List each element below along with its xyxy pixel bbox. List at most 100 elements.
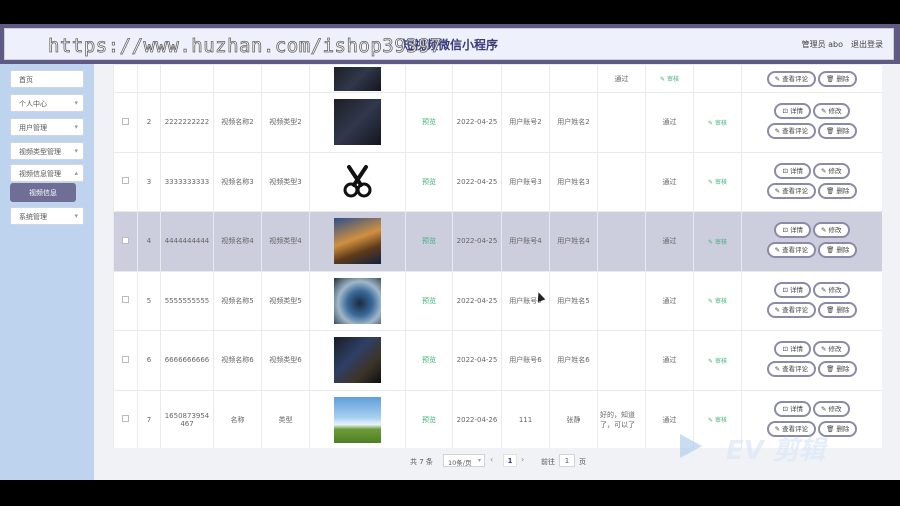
chevron-up-icon: ▴: [74, 169, 78, 177]
username-cell: 用户姓名5: [549, 270, 598, 331]
row-checkbox[interactable]: [122, 296, 129, 304]
video-thumbnail[interactable]: [334, 158, 381, 205]
edit-button[interactable]: ✎ 修改: [813, 103, 850, 120]
preview-link[interactable]: 预览: [405, 211, 453, 272]
detail-button[interactable]: ⊡ 详情: [774, 281, 811, 298]
sidebar-item-system[interactable]: 系统管理 ▾: [10, 207, 84, 225]
video-type-cell: 视频类型2: [261, 92, 310, 153]
logout-link[interactable]: 退出登录: [851, 39, 883, 50]
delete-button[interactable]: 🗑 删除: [818, 242, 858, 259]
audit-link[interactable]: ✎ 审核: [693, 151, 742, 212]
sidebar-item-users[interactable]: 用户管理 ▾: [10, 118, 84, 136]
edit-button[interactable]: ✎ 修改: [813, 281, 850, 298]
delete-button[interactable]: 🗑 删除: [818, 182, 858, 199]
phone-cell: 6666666666: [160, 330, 214, 391]
detail-button[interactable]: ⊡ 详情: [774, 341, 811, 358]
delete-button[interactable]: 🗑 删除: [818, 361, 858, 378]
video-name-cell: 视频名称6: [213, 330, 262, 391]
audit-label: 审核: [714, 119, 727, 127]
phone-cell: 5555555555: [160, 270, 214, 331]
preview-link[interactable]: 预览: [405, 389, 453, 448]
video-table: 通过 ✎ 审核 ✎ 查看评论 🗑 删除 2 2222222222 视频名称2 视频…: [113, 64, 882, 448]
button-label: 详情: [790, 404, 803, 413]
audit-link[interactable]: ✎ 审核: [693, 330, 742, 391]
admin-user-label: 管理员 abo: [801, 40, 843, 49]
video-thumbnail[interactable]: [334, 396, 381, 443]
preview-link[interactable]: 预览: [405, 92, 453, 153]
detail-button[interactable]: ⊡ 详情: [774, 222, 811, 239]
video-thumbnail[interactable]: [334, 337, 381, 384]
username-cell: 张静: [549, 389, 598, 448]
row-checkbox[interactable]: [122, 236, 129, 244]
goto-page-input[interactable]: 1: [559, 454, 575, 467]
delete-button[interactable]: 🗑 删除: [818, 123, 858, 140]
status-cell: 通过: [645, 211, 694, 272]
view-comments-button[interactable]: ✎ 查看评论: [766, 123, 817, 140]
next-page-button[interactable]: ›: [521, 455, 524, 464]
preview-link[interactable]: 预览: [405, 270, 453, 331]
sidebar: 首页 个人中心 ▾ 用户管理 ▾ 视频类型管理 ▾ 视频信息管理 ▴ 视频信息 系统管理…: [0, 64, 94, 480]
delete-button[interactable]: 🗑 删除: [818, 301, 858, 318]
table-row: 3 3333333333 视频名称3 视频类型3 预览 2022-04-25 用…: [113, 151, 882, 212]
view-comments-button[interactable]: ✎ 查看评论: [766, 361, 817, 378]
video-thumbnail[interactable]: [334, 218, 381, 265]
button-label: 查看评论: [782, 246, 809, 255]
detail-button[interactable]: ⊡ 详情: [774, 162, 811, 179]
button-label: 修改: [828, 107, 842, 116]
sidebar-item-video-info-mgmt[interactable]: 视频信息管理 ▴: [10, 164, 84, 182]
audit-link[interactable]: ✎ 审核: [693, 211, 742, 272]
edit-button[interactable]: ✎ 修改: [813, 222, 850, 239]
video-thumbnail[interactable]: [334, 66, 381, 91]
status-cell: 通过: [645, 92, 694, 153]
edit-button[interactable]: ✎ 修改: [813, 341, 850, 358]
sidebar-item-home[interactable]: 首页: [10, 70, 84, 88]
view-comments-button[interactable]: ✎ 查看评论: [766, 242, 817, 259]
page-size-select[interactable]: 10条/页 ▾: [443, 454, 485, 467]
chevron-down-icon: ▾: [477, 457, 481, 464]
video-type-cell: 视频类型6: [261, 330, 310, 391]
row-index: 2: [137, 92, 161, 153]
view-comments-button[interactable]: ✎ 查看评论: [766, 182, 817, 199]
audit-label: 审核: [714, 417, 727, 425]
account-cell: 用户账号6: [501, 330, 550, 391]
phone-cell: 4444444444: [160, 211, 214, 272]
preview-link[interactable]: 预览: [405, 151, 453, 212]
view-comments-button[interactable]: ✎ 查看评论: [766, 70, 817, 87]
sidebar-item-profile[interactable]: 个人中心 ▾: [10, 94, 84, 112]
audit-link[interactable]: ✎ 审核: [693, 92, 742, 153]
button-label: 查看评论: [782, 127, 809, 136]
video-thumbnail[interactable]: [334, 99, 381, 146]
audit-link[interactable]: ✎ 审核: [645, 64, 694, 93]
current-page-button[interactable]: 1: [503, 454, 517, 467]
date-cell: 2022-04-25: [452, 270, 502, 331]
detail-button[interactable]: ⊡ 详情: [774, 400, 811, 417]
date-cell: 2022-04-25: [452, 151, 502, 212]
preview-link[interactable]: 预览: [405, 330, 453, 391]
audit-link[interactable]: ✎ 审核: [693, 270, 742, 331]
prev-page-button[interactable]: ‹: [490, 455, 493, 464]
sidebar-item-video-info[interactable]: 视频信息: [10, 183, 76, 202]
play-icon: [680, 434, 702, 458]
username-cell: 用户姓名6: [549, 330, 598, 391]
button-label: 修改: [828, 166, 842, 175]
video-type-cell: 视频类型5: [261, 270, 310, 331]
view-comments-button[interactable]: ✎ 查看评论: [766, 301, 817, 318]
delete-button[interactable]: 🗑 删除: [818, 70, 858, 87]
sidebar-item-video-types[interactable]: 视频类型管理 ▾: [10, 142, 84, 160]
row-checkbox[interactable]: [122, 117, 129, 125]
video-thumbnail[interactable]: [334, 277, 381, 324]
status-cell: 通过: [645, 151, 694, 212]
edit-button[interactable]: ✎ 修改: [813, 400, 850, 417]
video-name-cell: 名称: [213, 389, 262, 448]
status-cell: 通过: [597, 64, 646, 93]
button-label: 详情: [790, 285, 803, 294]
audit-label: 审核: [714, 357, 727, 365]
row-checkbox[interactable]: [122, 355, 129, 363]
audit-label: 审核: [666, 76, 679, 83]
row-checkbox[interactable]: [122, 177, 129, 185]
detail-button[interactable]: ⊡ 详情: [774, 103, 811, 120]
button-label: 删除: [836, 127, 850, 136]
edit-button[interactable]: ✎ 修改: [813, 162, 850, 179]
row-checkbox[interactable]: [122, 415, 129, 423]
audit-label: 审核: [714, 298, 727, 306]
